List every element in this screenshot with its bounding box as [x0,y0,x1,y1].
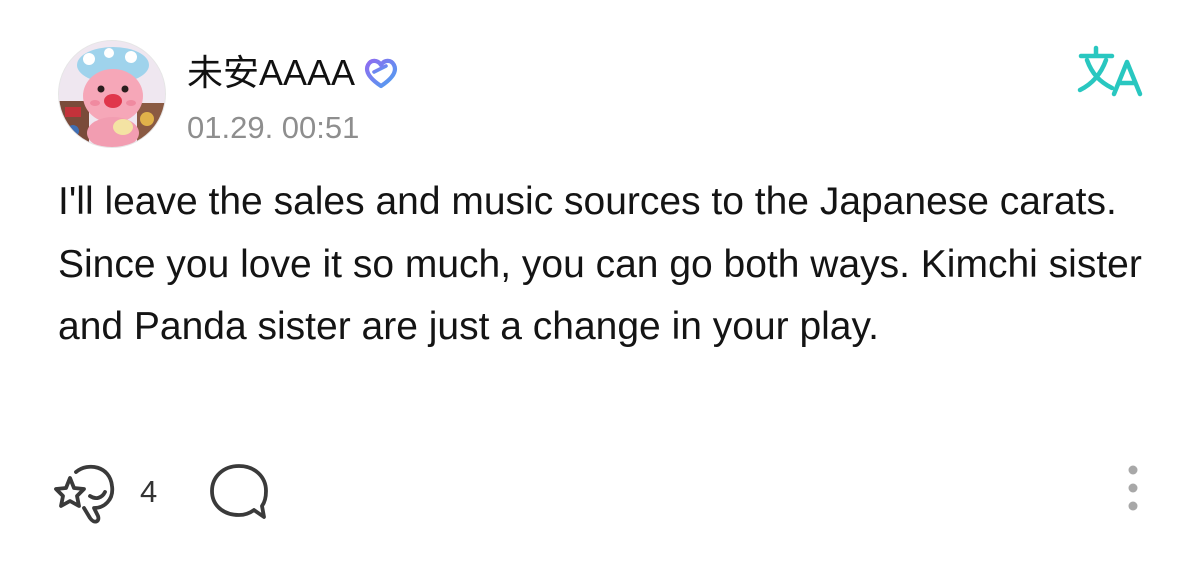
comment-button[interactable] [208,460,270,524]
avatar-image [59,41,165,147]
reaction-button[interactable] [50,460,126,524]
author-name[interactable]: 未安AAAA [187,50,355,96]
translate-icon [1077,45,1143,97]
comment-bubble-icon [210,464,268,519]
reaction-count: 4 [140,474,158,509]
avatar[interactable] [58,40,166,148]
translate-button[interactable] [1076,44,1146,100]
reaction-add-icon [54,464,115,524]
author-row: 未安AAAA [187,50,401,96]
post-body: I'll leave the sales and music sources t… [58,180,1142,348]
more-vertical-icon [1128,465,1138,511]
membership-badge-icon [361,53,401,93]
more-options-button[interactable] [1118,460,1148,518]
post-timestamp: 01.29. 00:51 [187,110,360,145]
post-card: 未安AAAA 01.29. 00:51 I'll leave the sales… [0,0,1200,563]
action-bar: 4 [50,460,270,524]
